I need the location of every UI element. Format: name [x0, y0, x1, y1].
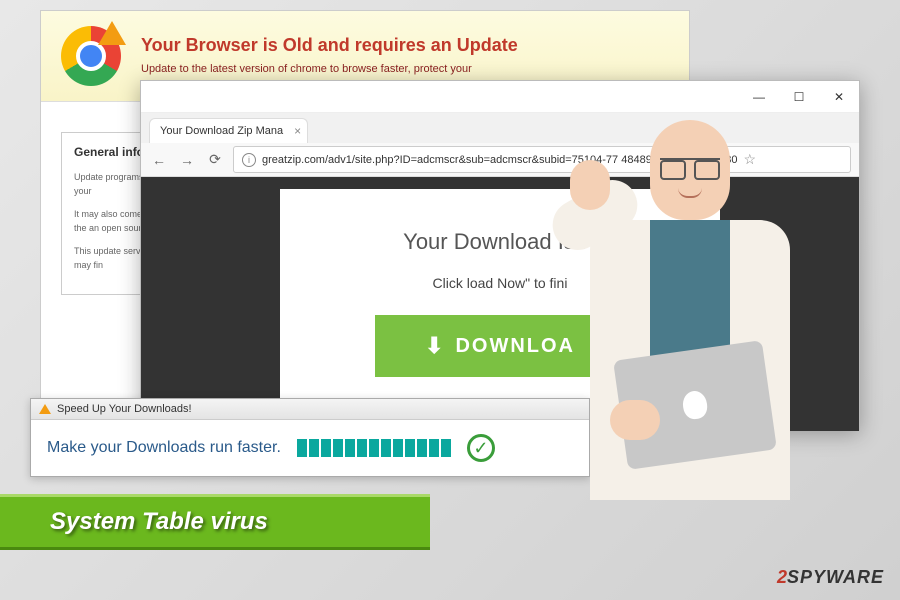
popup-body[interactable]: Make your Downloads run faster. ✓ [31, 420, 589, 476]
forward-button[interactable]: → [177, 150, 197, 170]
download-button-label: DOWNLOA [455, 335, 575, 358]
tab-title: Your Download Zip Mana [160, 125, 283, 137]
popup-titlebar: Speed Up Your Downloads! [31, 399, 589, 420]
watermark-prefix: 2 [777, 567, 787, 587]
tab-bar: Your Download Zip Mana × [141, 113, 859, 143]
speed-up-popup: Speed Up Your Downloads! Make your Downl… [30, 398, 590, 477]
popup-title: Speed Up Your Downloads! [57, 403, 192, 415]
bookmark-star-icon[interactable]: ☆ [743, 151, 756, 168]
title-banner: System Table virus [0, 494, 430, 550]
browser-tab[interactable]: Your Download Zip Mana × [149, 118, 308, 143]
site-info-icon[interactable]: i [242, 153, 256, 167]
window-titlebar: — ☐ ✕ [141, 81, 859, 113]
warning-icon [39, 404, 51, 414]
reload-button[interactable]: ⟳ [205, 150, 225, 170]
update-title: Your Browser is Old and requires an Upda… [141, 35, 518, 56]
download-subtitle: Click load Now" to fini [280, 275, 720, 291]
checkmark-icon: ✓ [467, 434, 495, 462]
progress-bar [297, 439, 451, 457]
page-content: Your Download Is R Click load Now" to fi… [141, 177, 859, 431]
download-title: Your Download Is R [280, 229, 720, 255]
chrome-warning-icon [61, 26, 121, 86]
download-icon: ⬇ [425, 333, 445, 359]
banner-title: System Table virus [50, 508, 268, 536]
back-button[interactable]: ← [149, 150, 169, 170]
update-subtitle: Update to the latest version of chrome t… [141, 62, 518, 77]
close-window-button[interactable]: ✕ [819, 82, 859, 112]
address-bar: ← → ⟳ i greatzip.com/adv1/site.php?ID=ad… [141, 143, 859, 177]
chrome-browser-window: — ☐ ✕ Your Download Zip Mana × ← → ⟳ i g… [140, 80, 860, 430]
watermark-brand: SPYWARE [787, 567, 884, 587]
download-card: Your Download Is R Click load Now" to fi… [280, 189, 720, 419]
popup-message: Make your Downloads run faster. [47, 439, 281, 457]
close-tab-icon[interactable]: × [294, 124, 301, 138]
maximize-button[interactable]: ☐ [779, 82, 819, 112]
watermark: 2SPYWARE [777, 567, 884, 588]
url-input[interactable]: i greatzip.com/adv1/site.php?ID=adcmscr&… [233, 146, 851, 173]
download-now-button[interactable]: ⬇ DOWNLOA [375, 315, 625, 377]
minimize-button[interactable]: — [739, 82, 779, 112]
url-text: greatzip.com/adv1/site.php?ID=adcmscr&su… [262, 154, 737, 166]
